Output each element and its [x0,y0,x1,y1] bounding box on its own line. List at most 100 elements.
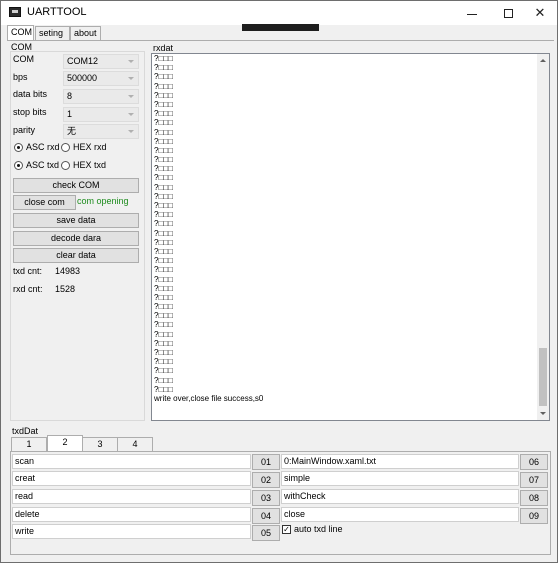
send-button-08[interactable]: 08 [520,490,548,506]
hex-rxd-radio[interactable]: HEX rxd [61,142,107,152]
chevron-down-icon [128,60,134,63]
parity-value: 无 [67,126,77,136]
rxdat-line: ?□□□ [154,329,173,339]
bps-select[interactable]: 500000 [63,71,139,86]
rxdat-textbox[interactable]: ?□□□ ?□□□ ?□□□ ?□□□ ?□□□ ?□□□ ?□□□ ?□□□ ?□□□ ?□□□… [151,53,550,421]
com-port-label: COM [13,54,34,64]
txd-field-03[interactable]: read [12,489,251,504]
rxdat-line: ?□□□ [154,90,173,100]
stop-bits-select[interactable]: 1 [63,107,139,122]
com-status: com opening [77,196,129,206]
rxdat-line: ?□□□ [154,219,173,229]
data-bits-label: data bits [13,89,48,99]
txddat-title: txdDat [12,426,39,436]
save-data-button[interactable]: save data [13,213,139,228]
rxdat-line: ?□□□ [154,109,173,119]
subtab-3[interactable]: 3 [82,437,118,451]
minimize-icon [467,13,477,15]
scroll-up-icon[interactable] [540,59,546,62]
txd-field-06[interactable]: 0:MainWindow.xaml.txt [281,454,519,469]
clear-data-button[interactable]: clear data [13,248,139,263]
bps-value: 500000 [67,73,98,83]
minimize-button[interactable] [455,1,489,25]
stop-bits-value: 1 [67,109,73,119]
window-title: UARTTOOL [27,6,87,18]
rxdat-line: ?□□□ [154,274,173,284]
txd-field-08[interactable]: withCheck [281,489,519,504]
send-button-04[interactable]: 04 [252,508,280,524]
txd-field-01[interactable]: scan [12,454,251,469]
asc-txd-radio[interactable]: ASC txd [14,160,59,170]
rxdat-line: ?□□□ [154,127,173,137]
subtab-1[interactable]: 1 [11,437,47,451]
send-button-03[interactable]: 03 [252,490,280,506]
txd-field-05[interactable]: write [12,524,251,539]
subtab-4[interactable]: 4 [117,437,153,451]
checkmark-icon: ✓ [282,524,291,534]
rxdat-line: ?□□□ [154,292,173,302]
txd-field-04[interactable]: delete [12,507,251,522]
rxdat-line: ?□□□ [154,265,173,275]
auto-txd-line-checkbox[interactable]: ✓ auto txd line [282,524,343,534]
radio-unselected-icon [61,142,70,152]
rxdat-line: ?□□□ [154,201,173,210]
hex-txd-radio[interactable]: HEX txd [61,160,106,170]
rxdat-line: ?□□□ [154,366,173,376]
rxdat-line: ?□□□ [154,357,173,367]
tab-com[interactable]: COM [7,25,34,41]
send-button-09[interactable]: 09 [520,508,548,524]
com-port-value: COM12 [67,56,99,66]
rxdat-line: ?□□□ [154,384,173,394]
hex-txd-label: HEX txd [73,160,107,170]
txd-field-02[interactable]: creat [12,471,251,486]
maximize-icon [503,8,513,18]
send-button-02[interactable]: 02 [252,472,280,488]
rxdat-line: ?□□□ [154,375,173,385]
chevron-down-icon [128,95,134,98]
chevron-down-icon [128,113,134,116]
send-button-05[interactable]: 05 [252,525,280,541]
tab-about[interactable]: about [70,26,101,40]
close-com-button[interactable]: close com [13,195,76,210]
hex-rxd-label: HEX rxd [73,142,107,152]
subtab-2[interactable]: 2 [47,435,83,451]
close-window-button[interactable]: ✕ [523,1,557,25]
rxdat-line: ?□□□ [154,164,173,174]
send-button-07[interactable]: 07 [520,472,548,488]
txd-field-07[interactable]: simple [281,471,519,486]
close-icon: ✕ [534,5,546,20]
scroll-thumb[interactable] [539,348,547,406]
rxdat-line: ?□□□ [154,311,173,321]
com-port-select[interactable]: COM12 [63,54,139,69]
rxdat-line: ?□□□ [154,191,173,201]
tab-seting[interactable]: seting [35,26,70,40]
rxdat-line: ?□□□ [154,338,173,348]
data-bits-select[interactable]: 8 [63,89,139,104]
send-button-06[interactable]: 06 [520,454,548,470]
asc-rxd-radio[interactable]: ASC rxd [14,142,60,152]
txd-field-09[interactable]: close [281,507,519,522]
rxdat-line: ?□□□ [154,173,173,183]
redaction-bar [242,24,319,31]
scroll-down-icon[interactable] [540,412,546,415]
send-button-01[interactable]: 01 [252,454,280,470]
stop-bits-label: stop bits [13,107,47,117]
check-com-button[interactable]: check COM [13,178,139,193]
rxdat-line: ?□□□ [154,118,173,128]
rxdat-line: ?□□□ [154,63,173,73]
rxdat-line: ?□□□ [154,283,173,293]
decode-data-button[interactable]: decode dara [13,231,139,246]
app-icon [9,7,21,17]
asc-txd-label: ASC txd [26,160,60,170]
rxdat-line: ?□□□ [154,81,173,91]
data-bits-value: 8 [67,91,73,101]
rxdat-line: ?□□□ [154,54,173,63]
radio-selected-icon [14,142,23,152]
parity-select[interactable]: 无 [63,124,139,139]
rxdat-line: ?□□□ [154,228,173,238]
chevron-down-icon [128,77,134,80]
maximize-button[interactable] [491,1,525,25]
rxdat-scrollbar[interactable] [537,54,549,420]
rxdat-line: ?□□□ [154,72,173,82]
radio-selected-icon [14,160,23,170]
